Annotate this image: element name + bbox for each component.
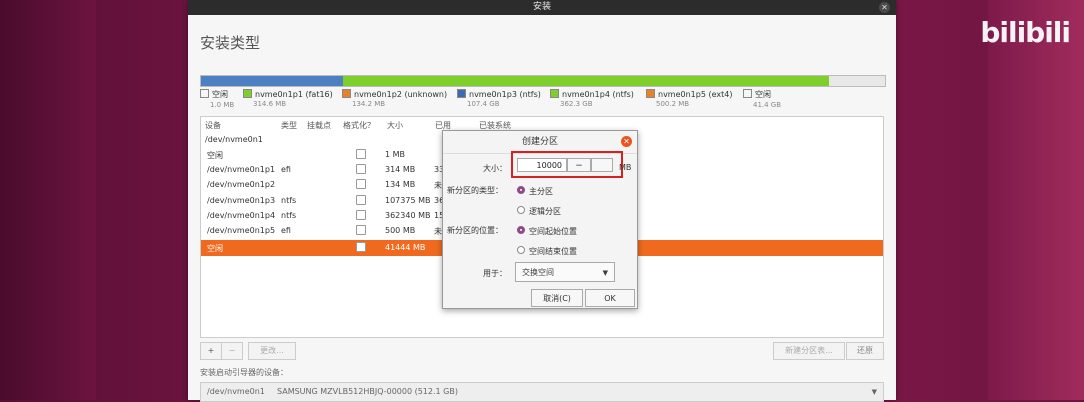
legend-item: nvme0n1p2 (unknown) 134.2 MB: [342, 89, 447, 108]
add-partition-button[interactable]: +: [200, 342, 222, 360]
chevron-down-icon: ▼: [871, 388, 877, 396]
legend-item: nvme0n1p4 (ntfs) 362.3 GB: [550, 89, 634, 108]
size-input[interactable]: 10000: [517, 158, 567, 172]
column-header-type: 类型: [281, 121, 297, 130]
radio-location-end[interactable]: [517, 246, 525, 254]
legend-item: nvme0n1p5 (ext4) 500.2 MB: [646, 89, 732, 108]
format-checkbox[interactable]: [356, 210, 366, 220]
legend-item: nvme0n1p3 (ntfs) 107.4 GB: [457, 89, 541, 108]
radio-logical[interactable]: [517, 206, 525, 214]
radio-primary-label[interactable]: 主分区: [529, 186, 553, 197]
column-header-format: 格式化？: [343, 121, 375, 130]
boot-loader-label: 安装启动引导器的设备：: [200, 368, 288, 377]
use-as-select[interactable]: 交换空间 ▼: [515, 262, 615, 282]
boot-loader-device-select[interactable]: /dev/nvme0n1 SAMSUNG MZVLB512HBJQ-00000 …: [200, 382, 884, 402]
legend-swatch: [342, 89, 351, 98]
format-checkbox[interactable]: [356, 195, 366, 205]
partition-bar-segment: [201, 76, 343, 86]
legend-item: 空闲 1.0 MB: [200, 89, 234, 109]
format-checkbox[interactable]: [356, 242, 366, 252]
size-label: 大小：: [483, 164, 507, 173]
legend-swatch: [550, 89, 559, 98]
ok-button[interactable]: OK: [585, 289, 635, 307]
legend-swatch: [646, 89, 655, 98]
partition-type-label: 新分区的类型：: [447, 186, 503, 195]
change-partition-button[interactable]: 更改...: [248, 342, 296, 360]
partition-legend: 空闲 1.0 MB nvme0n1p1 (fat16) 314.6 MB nvme0…: [200, 89, 884, 113]
desktop-background-right: [988, 0, 1084, 400]
legend-item: nvme0n1p1 (fat16) 314.6 MB: [243, 89, 333, 108]
page-title: 安装类型: [200, 34, 261, 52]
bilibili-watermark: bilibili: [980, 16, 1071, 49]
cancel-button[interactable]: 取消(C): [531, 289, 583, 307]
column-header-size: 大小: [387, 121, 403, 130]
column-header-device: 设备: [205, 121, 221, 130]
revert-button[interactable]: 还原: [846, 342, 884, 360]
create-partition-dialog: 创建分区 ✕ 大小： 10000 − MB 新分区的类型： 主分区 逻辑分区 新…: [442, 130, 638, 309]
legend-swatch: [457, 89, 466, 98]
dialog-close-icon[interactable]: ✕: [621, 136, 632, 147]
legend-swatch: [243, 89, 252, 98]
window-titlebar: 安装 ✕: [188, 0, 896, 15]
radio-primary[interactable]: [517, 186, 525, 194]
window-title: 安装: [532, 2, 551, 12]
column-header-mount: 挂载点: [307, 121, 331, 130]
chevron-down-icon: ▼: [602, 269, 608, 277]
size-decrement-button[interactable]: −: [567, 158, 591, 172]
partition-bar-segment: [829, 76, 885, 86]
new-partition-table-button[interactable]: 新建分区表...: [773, 342, 845, 360]
partition-location-label: 新分区的位置：: [447, 226, 503, 235]
legend-swatch: [743, 89, 752, 98]
format-checkbox[interactable]: [356, 149, 366, 159]
use-as-label: 用于：: [483, 269, 507, 278]
radio-location-end-label[interactable]: 空间结束位置: [529, 246, 577, 257]
partition-usage-bar: [200, 75, 886, 87]
dialog-title: 创建分区: [521, 137, 558, 147]
radio-logical-label[interactable]: 逻辑分区: [529, 206, 561, 217]
radio-location-start-label[interactable]: 空间起始位置: [529, 226, 577, 237]
size-unit: MB: [619, 163, 632, 172]
size-increment-button[interactable]: [591, 158, 613, 172]
desktop-background-left: [0, 0, 96, 400]
format-checkbox[interactable]: [356, 225, 366, 235]
partition-toolbar: + − 更改...: [200, 342, 296, 360]
window-close-icon[interactable]: ✕: [879, 2, 890, 13]
remove-partition-button[interactable]: −: [221, 342, 243, 360]
format-checkbox[interactable]: [356, 179, 366, 189]
legend-item: 空闲 41.4 GB: [743, 89, 781, 109]
legend-swatch: [200, 89, 209, 98]
format-checkbox[interactable]: [356, 164, 366, 174]
radio-location-start[interactable]: [517, 226, 525, 234]
partition-bar-segment: [343, 76, 829, 86]
